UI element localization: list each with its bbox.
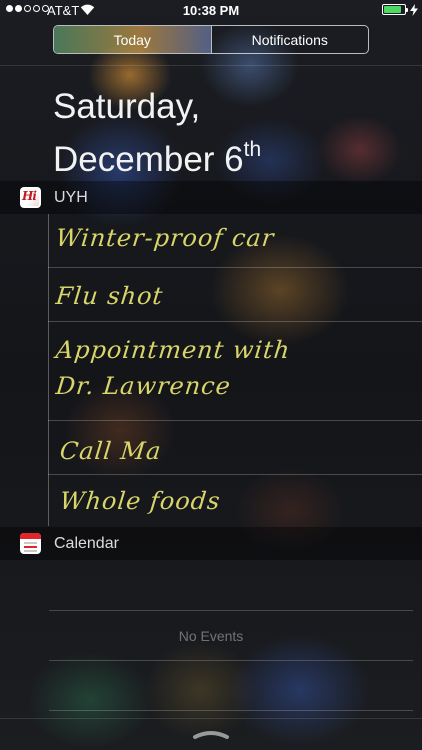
divider bbox=[0, 718, 422, 719]
uyh-widget-title: UYH bbox=[54, 188, 88, 206]
calendar-widget-header[interactable]: Calendar bbox=[0, 527, 422, 560]
battery-level-fill bbox=[384, 6, 401, 13]
calendar-app-icon bbox=[20, 533, 41, 554]
status-bar: AT&T 10:38 PM bbox=[0, 0, 422, 22]
note-item[interactable]: Whole foods bbox=[48, 475, 422, 526]
date-ordinal-suffix: th bbox=[243, 138, 262, 161]
handwritten-notes-list: Winter-proof car Flu shot Appointment wi… bbox=[0, 214, 422, 526]
no-events-label: No Events bbox=[178, 628, 244, 644]
uyh-widget-header[interactable]: Hi UYH bbox=[0, 181, 422, 214]
divider bbox=[0, 65, 422, 66]
divider bbox=[49, 610, 413, 611]
tab-today[interactable]: Today bbox=[54, 26, 211, 53]
note-item[interactable]: Winter-proof car bbox=[48, 214, 422, 268]
view-segmented-control: Today Notifications bbox=[53, 25, 369, 54]
tab-notifications[interactable]: Notifications bbox=[210, 26, 369, 53]
calendar-widget-title: Calendar bbox=[54, 534, 119, 552]
divider bbox=[49, 710, 413, 711]
chevron-up-handle-icon[interactable] bbox=[192, 728, 230, 740]
bolt-icon bbox=[410, 4, 418, 16]
uyh-app-icon: Hi bbox=[20, 187, 41, 208]
divider bbox=[49, 660, 413, 661]
date-header: Saturday, December 6th bbox=[53, 85, 261, 181]
weekday-label: Saturday, bbox=[53, 87, 201, 126]
date-label: December 6th bbox=[53, 138, 262, 179]
note-item[interactable]: Call Ma bbox=[48, 421, 422, 475]
note-item[interactable]: Flu shot bbox=[48, 268, 422, 322]
note-item[interactable]: Appointment with Dr. Lawrence bbox=[48, 322, 422, 421]
status-time: 10:38 PM bbox=[182, 3, 240, 18]
battery-icon bbox=[382, 4, 408, 15]
